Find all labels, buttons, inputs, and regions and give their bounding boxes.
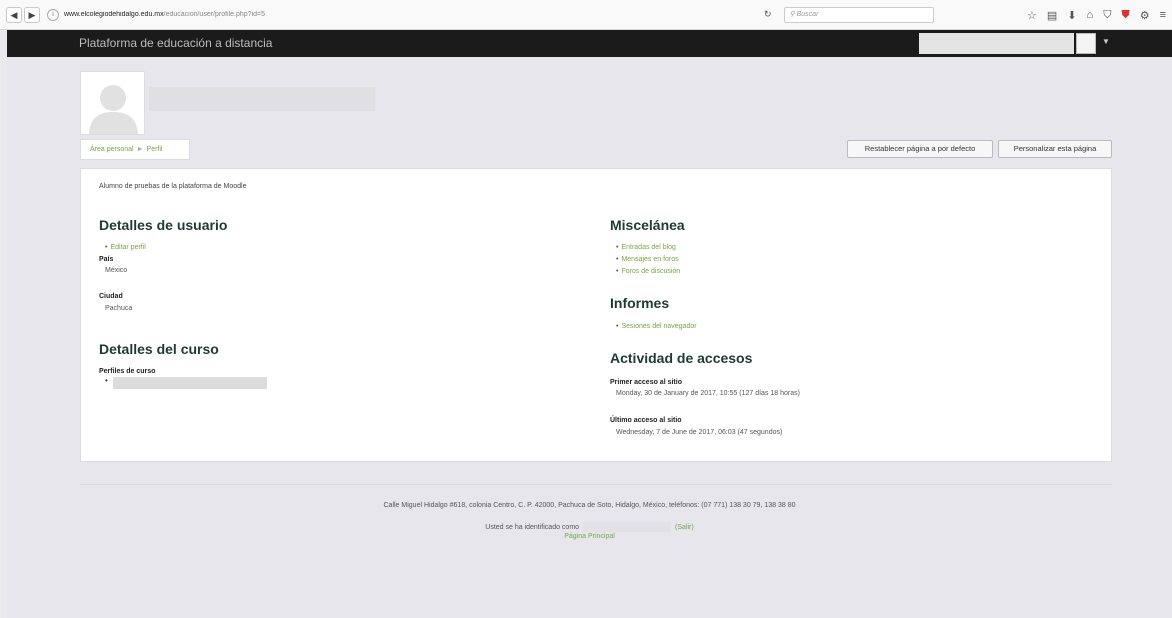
list-bullet: • <box>105 376 108 385</box>
menu-icon[interactable]: ≡ <box>1160 9 1166 21</box>
first-access-label: Primer acceso al sitio <box>610 379 682 386</box>
access-activity-heading: Actividad de accesos <box>610 350 753 366</box>
breadcrumb: Área personal ► Perfil <box>80 139 190 160</box>
info-icon[interactable]: i <box>47 8 59 21</box>
page-body: Área personal ► Perfil Restablecer página … <box>7 57 1172 618</box>
reports-heading: Informes <box>610 295 670 311</box>
course-profiles-label: Perfiles de curso <box>99 368 156 375</box>
bookmark-star-icon[interactable]: ☆ <box>1027 9 1037 22</box>
home-icon[interactable]: ⌂ <box>1087 9 1094 21</box>
logout-link[interactable]: (Salir) <box>675 524 694 531</box>
breadcrumb-separator: ► <box>136 146 144 153</box>
extension-icon[interactable]: ⚙ <box>1140 9 1150 22</box>
browser-search-input[interactable]: ⚲ Buscar <box>783 6 934 23</box>
logged-in-user-redacted[interactable] <box>583 522 672 532</box>
site-brand[interactable]: Plataforma de educación a distancia <box>79 36 272 50</box>
forum-discussions-link[interactable]: • Foros de discusión <box>616 268 680 275</box>
breadcrumb-profile[interactable]: Perfil <box>147 146 163 153</box>
library-icon[interactable]: ▤ <box>1047 9 1057 22</box>
user-silhouette-icon <box>81 72 144 134</box>
footer-login-info: Usted se ha identificado como (Salir) <box>7 522 1172 532</box>
url-host: www.elcolegiodehidalgo.edu.mx <box>64 11 164 18</box>
user-details-heading: Detalles de usuario <box>99 217 228 233</box>
download-icon[interactable]: ⬇ <box>1067 9 1076 22</box>
footer-divider <box>80 484 1112 485</box>
profile-avatar <box>80 71 145 135</box>
forward-button[interactable]: ▶ <box>24 6 40 23</box>
edit-profile-link[interactable]: • Editar perfil <box>105 244 146 251</box>
browser-sessions-link[interactable]: • Sesiones del navegador <box>616 323 697 330</box>
city-value: Pachuca <box>105 305 133 312</box>
profile-description: Alumno de pruebas de la plataforma de Mo… <box>99 183 247 190</box>
forum-posts-link[interactable]: • Mensajes en foros <box>616 256 679 263</box>
footer-address: Calle Miguel Hidalgo #618, colonia Centr… <box>383 502 796 509</box>
reset-page-button[interactable]: Restablecer página a por defecto <box>847 140 993 158</box>
adblock-icon[interactable]: ⛊ <box>1121 9 1129 22</box>
first-access-value: Monday, 30 de January de 2017, 10:55 (12… <box>616 390 800 397</box>
address-bar[interactable]: www.elcolegiodehidalgo.edu.mx/educacion/… <box>64 11 744 18</box>
url-path: /educacion/user/profile.php?id=5 <box>163 11 266 18</box>
user-name-redacted[interactable] <box>919 33 1074 54</box>
misc-heading: Miscelánea <box>610 217 685 233</box>
search-icon: ⚲ <box>789 10 797 18</box>
pocket-icon[interactable]: ⛉ <box>1103 9 1111 22</box>
breadcrumb-home[interactable]: Área personal <box>90 146 134 153</box>
site-navbar: Plataforma de educación a distancia ▼ <box>7 30 1172 57</box>
country-value: México <box>105 267 128 274</box>
profile-panel: Alumno de pruebas de la plataforma de Mo… <box>80 168 1112 462</box>
blog-entries-link[interactable]: • Entradas del blog <box>616 244 676 251</box>
home-page-link[interactable]: Página Principal <box>7 533 1172 540</box>
browser-toolbar: ◀ ▶ i www.elcolegiodehidalgo.edu.mx/educ… <box>0 0 1172 30</box>
profile-fullname-redacted <box>149 87 375 111</box>
customize-page-button[interactable]: Personalizar esta página <box>998 140 1112 158</box>
last-access-label: Último acceso al sitio <box>610 417 682 424</box>
city-label: Ciudad <box>99 293 123 300</box>
course-details-heading: Detalles del curso <box>99 341 219 357</box>
country-label: País <box>99 256 114 263</box>
chevron-down-icon[interactable]: ▼ <box>1102 37 1110 46</box>
search-placeholder: Buscar <box>796 10 819 18</box>
back-button[interactable]: ◀ <box>6 6 22 23</box>
last-access-value: Wednesday, 7 de June de 2017, 06:03 (47 … <box>616 429 783 436</box>
course-name-redacted[interactable] <box>113 377 267 389</box>
reload-icon[interactable]: ↻ <box>764 9 772 20</box>
logged-in-text: Usted se ha identificado como <box>485 523 580 531</box>
user-avatar[interactable] <box>1076 33 1096 54</box>
